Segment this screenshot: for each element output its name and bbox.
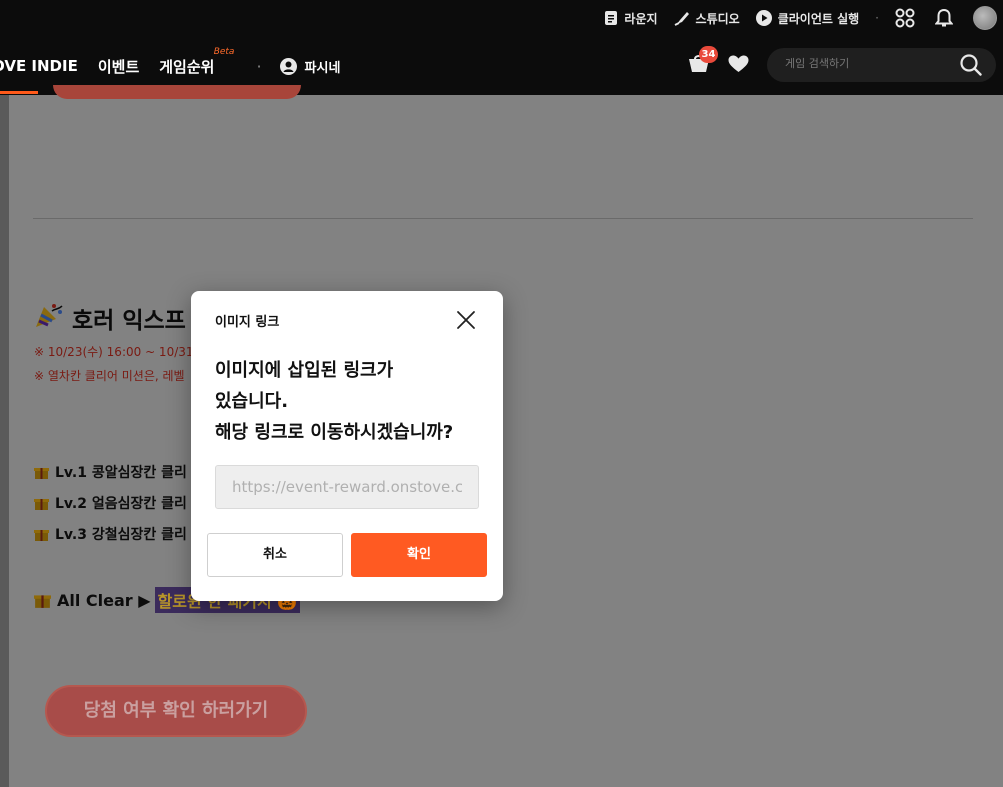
utility-bar: 라운지 스튜디오 클라이언트 실행 · [604,0,1003,36]
search-bar [767,48,996,82]
lounge-icon [605,11,618,25]
reward-lv2: Lv.2 얼음심장칸 클리 [34,493,187,513]
previous-cta-button[interactable] [53,85,301,99]
event-content: 호러 익스프 ※ 10/23(수) 16:00 ~ 10/31 ※ 열차칸 클리… [9,85,1003,787]
main-nav: OVE INDIE 이벤트 게임순위 Beta · 파시네 [0,47,341,84]
dialog-title: 이미지 링크 [215,315,280,330]
gift-icon [34,467,49,479]
nav-ranking[interactable]: 게임순위 Beta [159,47,234,77]
close-icon[interactable] [455,309,477,331]
heart-icon[interactable] [728,55,749,73]
profile-avatar[interactable] [973,6,997,30]
beta-badge: Beta [213,46,235,57]
user-menu[interactable]: 파시네 [279,57,341,76]
reward-lv3-text: Lv.3 강철심장칸 클리 [55,527,187,543]
gift-icon [34,529,49,541]
client-run-link[interactable]: 클라이언트 실행 [755,10,860,27]
event-period-note: ※ 10/23(수) 16:00 ~ 10/31 [34,345,194,359]
dialog-message-line: 있습니다. [215,391,289,412]
bell-icon [935,8,953,27]
image-link-dialog: 이미지 링크 이미지에 삽입된 링크가 있습니다. 해당 링크로 이동하시겠습니… [191,291,503,601]
section-divider [33,218,973,219]
active-nav-indicator [0,91,38,94]
reward-lv3: Lv.3 강철심장칸 클리 [34,524,187,544]
client-run-label: 클라이언트 실행 [777,11,860,26]
nav-event[interactable]: 이벤트 [98,56,139,77]
user-icon [279,57,297,75]
party-popper-icon [34,301,64,335]
username: 파시네 [304,60,341,76]
all-clear-label: All Clear ▶ [57,590,151,610]
reward-lv2-text: Lv.2 얼음심장칸 클리 [55,496,187,512]
search-input[interactable] [785,57,945,70]
confirm-button[interactable]: 확인 [351,533,487,577]
nav-separator: · [256,56,262,76]
section-title: 호러 익스프 [34,301,186,335]
lounge-label: 라운지 [624,11,658,26]
section-title-text: 호러 익스프 [72,308,186,334]
search-icon[interactable] [960,54,982,76]
dialog-message-line: 이미지에 삽입된 링크가 [215,360,394,381]
reward-lv1: Lv.1 콩알심장칸 클리 [34,462,187,482]
gift-icon [34,498,49,510]
check-win-button[interactable]: 당첨 여부 확인 하러가기 [45,685,307,737]
cart-count-badge: 34 [699,46,718,63]
dialog-message: 이미지에 삽입된 링크가 있습니다. 해당 링크로 이동하시겠습니까? [215,355,479,448]
link-url-box [215,465,479,509]
top-header: 라운지 스튜디오 클라이언트 실행 · OVE INDIE 이벤트 게임순위 Be… [0,0,1003,95]
studio-link[interactable]: 스튜디오 [674,10,740,27]
lounge-link[interactable]: 라운지 [604,10,658,27]
notifications-button[interactable] [935,8,953,28]
studio-label: 스튜디오 [695,11,740,26]
link-url-field[interactable] [216,466,478,508]
mission-note: ※ 열차칸 클리어 미션은, 레벨 [34,369,185,383]
utility-separator: · [875,11,879,25]
studio-icon [674,12,689,26]
reward-lv1-text: Lv.1 콩알심장칸 클리 [55,465,187,481]
apps-menu-button[interactable] [895,8,915,28]
dialog-message-line: 해당 링크로 이동하시겠습니까? [215,422,454,443]
cancel-button[interactable]: 취소 [207,533,343,577]
gift-icon [34,594,51,608]
nav-ranking-label: 게임순위 [159,57,215,76]
apps-grid-icon [895,8,915,28]
play-icon [755,10,772,26]
nav-brand-indie[interactable]: OVE INDIE [0,57,78,75]
